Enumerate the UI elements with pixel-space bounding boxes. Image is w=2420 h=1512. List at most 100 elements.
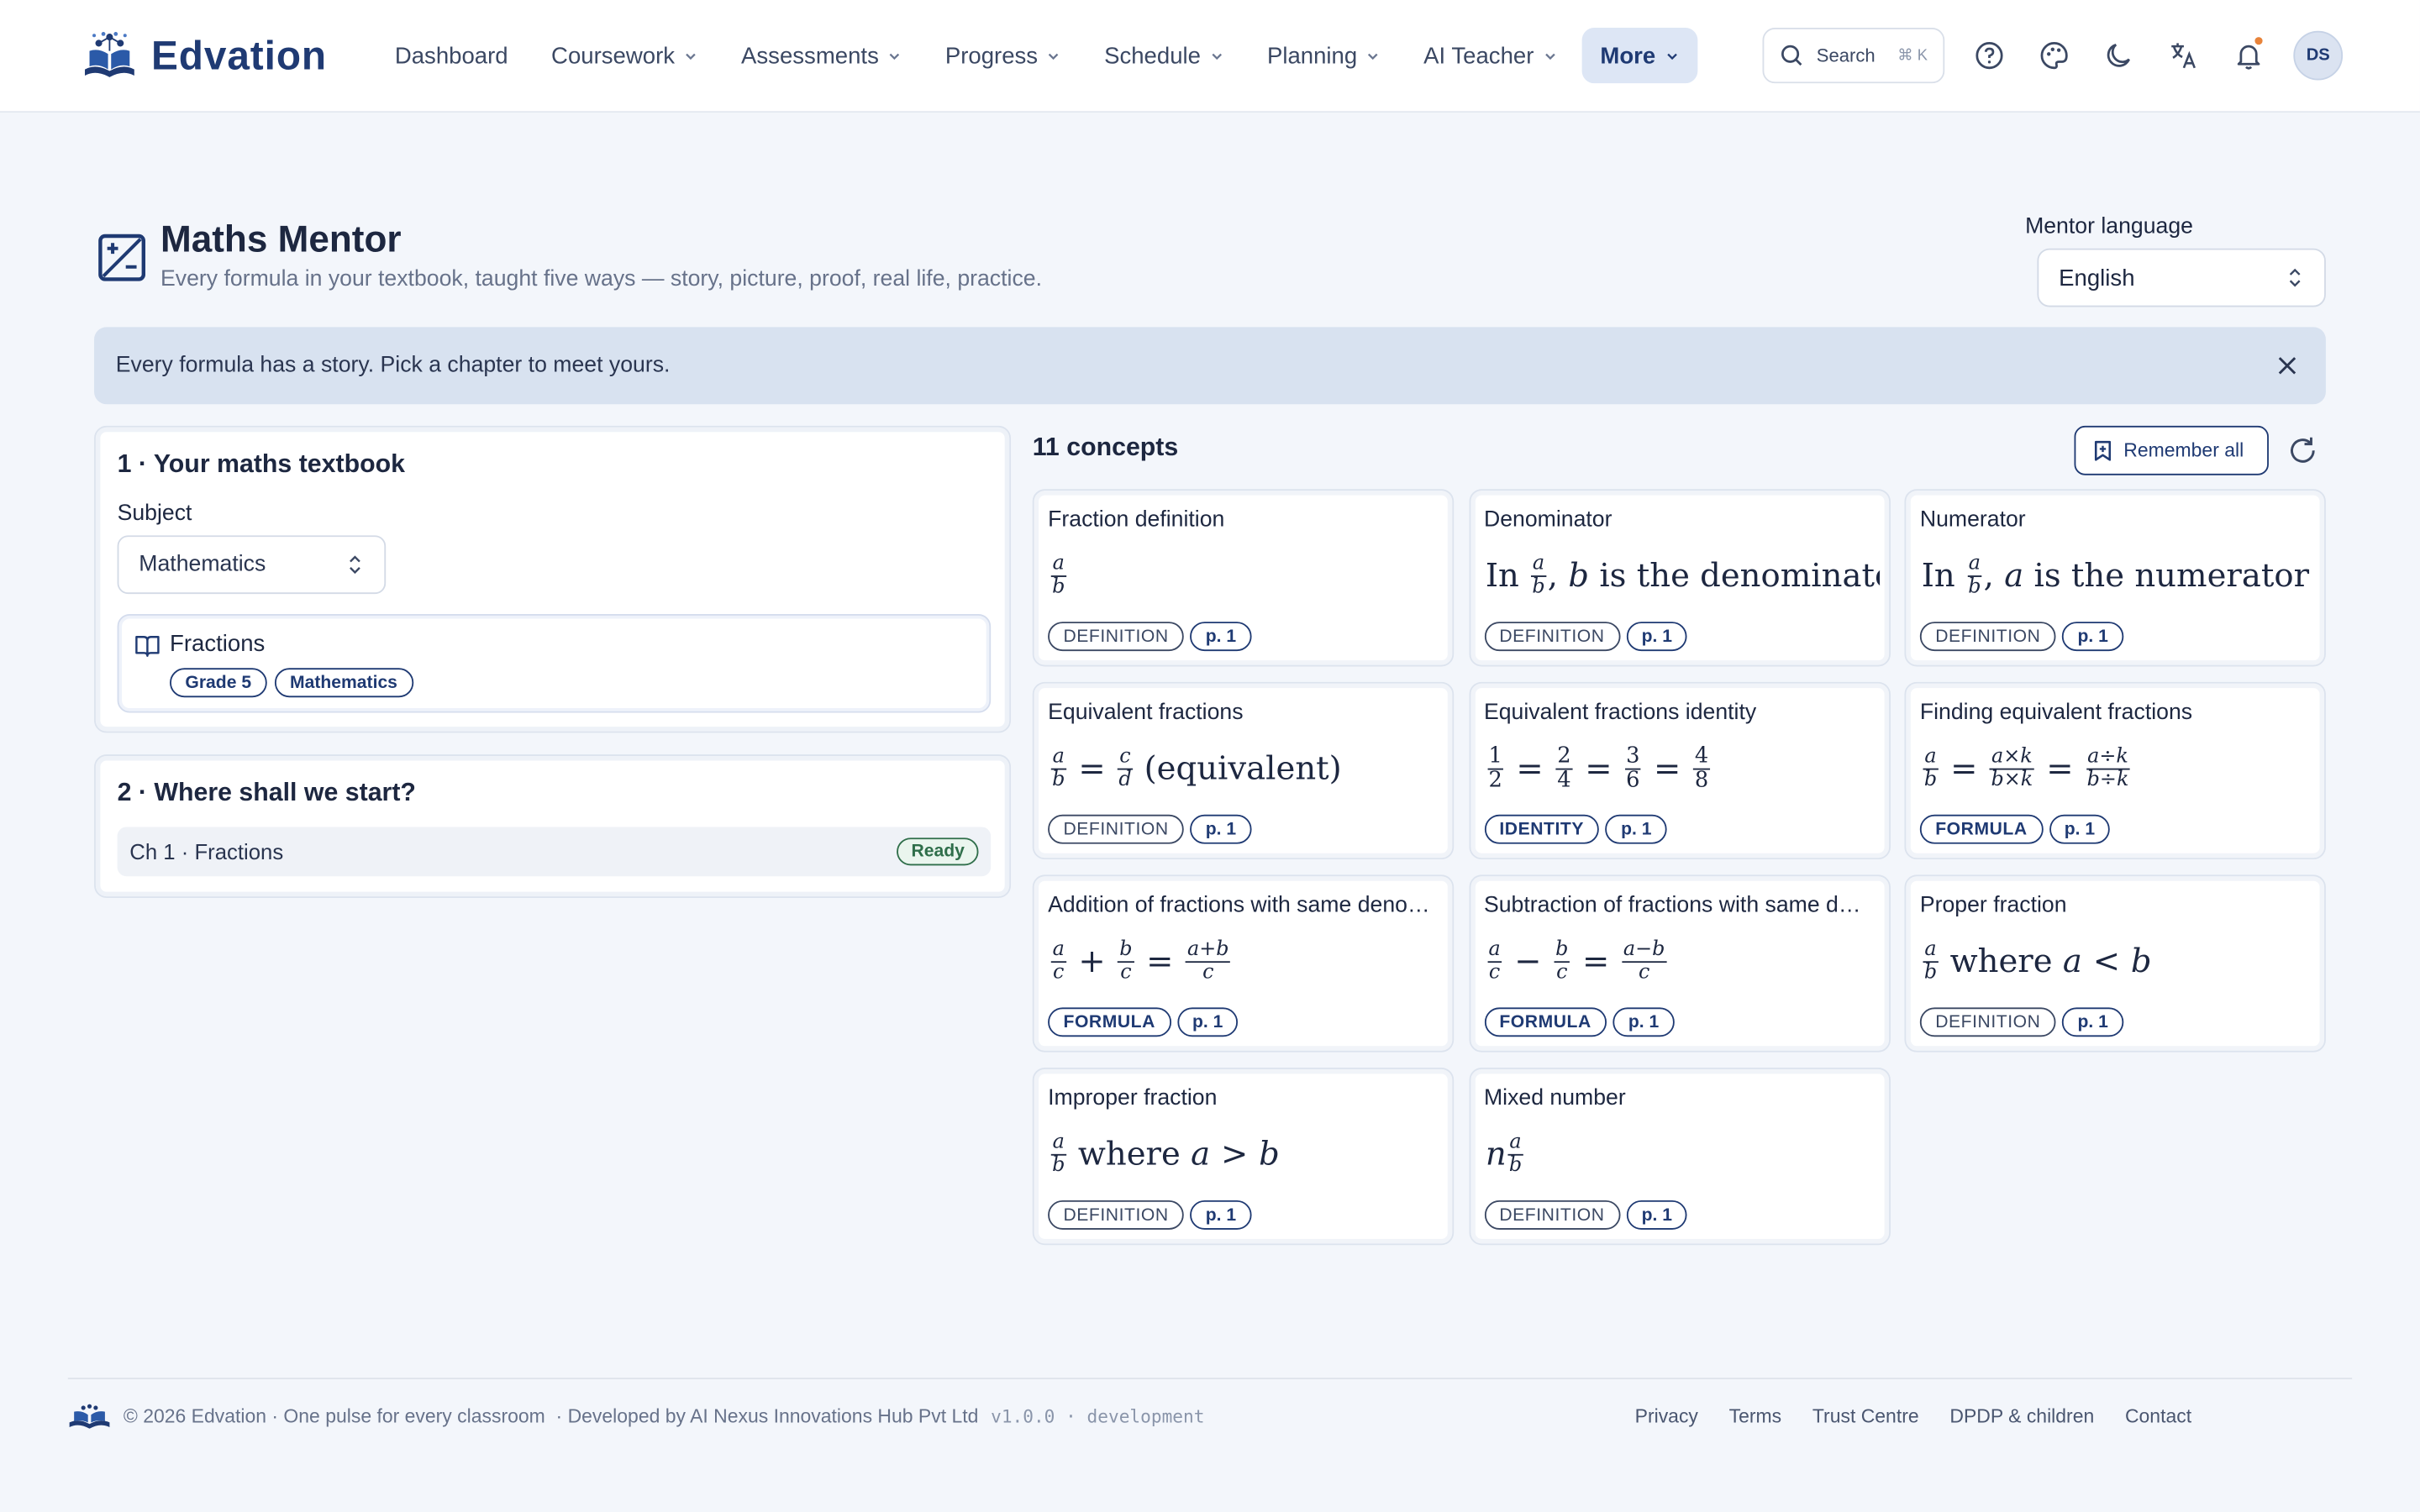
- concept-kind-badge: FORMULA: [1048, 1007, 1171, 1037]
- subject-select[interactable]: Mathematics: [117, 535, 387, 595]
- footer-version: v1.0.0 · development: [991, 1404, 1205, 1427]
- concept-title: Proper fraction: [1919, 893, 2067, 918]
- concept-card[interactable]: Improper fraction ab where a > b DEFINITIO…: [1032, 1067, 1455, 1246]
- search-label: Search: [1816, 45, 1876, 66]
- concept-card[interactable]: Mixed number nab DEFINITION p. 1: [1468, 1067, 1891, 1246]
- concept-card[interactable]: Equivalent fractions identity 1 2 = 2 4 = 3 6 = 4…: [1468, 681, 1891, 860]
- concept-kind-badge: FORMULA: [1483, 1007, 1607, 1037]
- page-ref-badge: p. 1: [2049, 814, 2111, 844]
- concept-card[interactable]: Fraction definition ab DEFINITION p. 1: [1032, 489, 1455, 667]
- notifications-button[interactable]: [2228, 35, 2269, 76]
- page-ref-badge: p. 1: [1190, 622, 1252, 652]
- dark-mode-toggle[interactable]: [2099, 35, 2139, 76]
- page-ref-badge: p. 1: [1626, 1200, 1688, 1230]
- chevron-down-icon: [1212, 52, 1223, 60]
- help-button[interactable]: [1970, 35, 2010, 76]
- footer-developer: · Developed by AI Nexus Innovations Hub …: [555, 1404, 979, 1427]
- concept-title: Equivalent fractions identity: [1483, 700, 1757, 726]
- page-ref-badge: p. 1: [1190, 1200, 1252, 1230]
- nav-dashboard[interactable]: Dashboard: [376, 28, 527, 83]
- concept-card[interactable]: Equivalent fractions a b = c d (equivalent) …: [1032, 681, 1455, 860]
- help-icon: [1975, 42, 2003, 70]
- nav-assessments[interactable]: Assessments: [723, 28, 920, 83]
- concept-tags: IDENTITY p. 1: [1483, 814, 1667, 844]
- footer-link-privacy[interactable]: Privacy: [1635, 1404, 1698, 1426]
- remember-all-button[interactable]: Remember all: [2074, 425, 2269, 475]
- nav-label: More: [1600, 42, 1656, 69]
- formula-word: where: [1949, 942, 2053, 980]
- page-title: Maths Mentor: [160, 218, 402, 261]
- concept-tags: DEFINITION p. 1: [1483, 622, 1688, 652]
- concept-tags: DEFINITION p. 1: [1048, 814, 1252, 844]
- formula-word: In: [1921, 557, 1955, 595]
- concept-grid: Fraction definition ab DEFINITION p. 1 D…: [1032, 489, 2326, 1246]
- top-navigation: Edvation Dashboard Coursework Assessment…: [0, 0, 2420, 113]
- concept-card[interactable]: Proper fraction ab where a < b DEFINITION …: [1904, 874, 2326, 1053]
- banner-close-button[interactable]: [2270, 349, 2304, 382]
- concept-kind-badge: DEFINITION: [1483, 1200, 1620, 1230]
- concept-tags: FORMULA p. 1: [1048, 1007, 1239, 1037]
- refresh-button[interactable]: [2286, 433, 2319, 467]
- concept-formula: ab where a < b: [1923, 937, 2152, 984]
- tag-grade: Grade 5: [170, 668, 267, 698]
- search-icon: [1781, 45, 1802, 66]
- search-shortcut: ⌘ K: [1897, 47, 1928, 65]
- footer-link-dpdp[interactable]: DPDP & children: [1949, 1404, 2094, 1426]
- nav-progress[interactable]: Progress: [927, 28, 1080, 83]
- mentor-language-value: English: [2059, 264, 2135, 291]
- chapter-label: Ch 1 · Fractions: [129, 839, 284, 864]
- concept-card[interactable]: Numerator In ab, a is the numerator DEFI…: [1904, 489, 2326, 667]
- concept-card[interactable]: Finding equivalent fractions a b = a×k b×k = a…: [1904, 681, 2326, 860]
- concept-kind-badge: DEFINITION: [1483, 622, 1620, 652]
- nav-ai-teacher[interactable]: AI Teacher: [1405, 28, 1576, 83]
- nav-more[interactable]: More: [1581, 28, 1697, 84]
- textbook-item[interactable]: Fractions Grade 5 Mathematics: [117, 614, 992, 713]
- concept-title: Equivalent fractions: [1048, 700, 1244, 726]
- brand[interactable]: Edvation: [81, 29, 327, 81]
- nav-label: AI Teacher: [1423, 42, 1534, 69]
- concept-formula: a b = c d (equivalent): [1050, 744, 1342, 791]
- concept-title: Subtraction of fractions with same denom…: [1483, 893, 1873, 918]
- footer-link-terms[interactable]: Terms: [1729, 1404, 1782, 1426]
- mentor-language-select[interactable]: English: [2037, 248, 2326, 307]
- page-ref-badge: p. 1: [1626, 622, 1688, 652]
- concept-formula: ab: [1050, 552, 1066, 598]
- app-root: Edvation Dashboard Coursework Assessment…: [0, 0, 2420, 1512]
- concept-title: Finding equivalent fractions: [1919, 700, 2193, 726]
- page-ref-badge: p. 1: [1605, 814, 1667, 844]
- nav-label: Coursework: [551, 42, 676, 69]
- tag-subject: Mathematics: [274, 668, 413, 698]
- concept-kind-badge: DEFINITION: [1048, 1200, 1185, 1230]
- concept-formula: nab: [1485, 1131, 1523, 1177]
- formula-word: (equivalent): [1144, 749, 1342, 787]
- footer: © 2026 Edvation · One pulse for every cl…: [67, 1378, 2353, 1452]
- nav-label: Dashboard: [394, 42, 508, 69]
- start-card: 2 · Where shall we start? Ch 1 · Fractio…: [94, 754, 1012, 898]
- translate-icon: [2171, 43, 2196, 69]
- palette-icon: [2040, 42, 2068, 70]
- nav-planning[interactable]: Planning: [1249, 28, 1399, 83]
- page-subtitle: Every formula in your textbook, taught f…: [160, 266, 1042, 292]
- page-ref-badge: p. 1: [1176, 1007, 1239, 1037]
- bookmark-plus-icon: [2094, 440, 2112, 461]
- nav-label: Planning: [1266, 42, 1358, 69]
- concept-formula: In ab, b is the denominator: [1486, 543, 1879, 608]
- footer-copyright: © 2026 Edvation · One pulse for every cl…: [123, 1404, 545, 1427]
- concept-card[interactable]: Subtraction of fractions with same denom…: [1468, 874, 1891, 1053]
- nav-coursework[interactable]: Coursework: [533, 28, 717, 83]
- concept-card[interactable]: Addition of fractions with same denomina…: [1032, 874, 1455, 1053]
- footer-link-trust-centre[interactable]: Trust Centre: [1812, 1404, 1919, 1426]
- page-header: Maths Mentor Every formula in your textb…: [94, 213, 2326, 312]
- concept-card[interactable]: Denominator In ab, b is the denominator …: [1468, 489, 1891, 667]
- language-button[interactable]: [2164, 35, 2204, 76]
- formula-word: In: [1485, 557, 1519, 595]
- theme-palette-button[interactable]: [2034, 35, 2075, 76]
- search-button[interactable]: Search ⌘ K: [1762, 28, 1945, 84]
- start-card-title: 2 · Where shall we start?: [117, 779, 416, 807]
- footer-link-contact[interactable]: Contact: [2125, 1404, 2191, 1426]
- concept-title: Numerator: [1919, 507, 2026, 533]
- avatar[interactable]: DS: [2293, 30, 2344, 81]
- chapter-item[interactable]: Ch 1 · Fractions Ready: [117, 827, 992, 877]
- concept-formula: ab where a > b: [1050, 1131, 1280, 1177]
- nav-schedule[interactable]: Schedule: [1086, 28, 1243, 83]
